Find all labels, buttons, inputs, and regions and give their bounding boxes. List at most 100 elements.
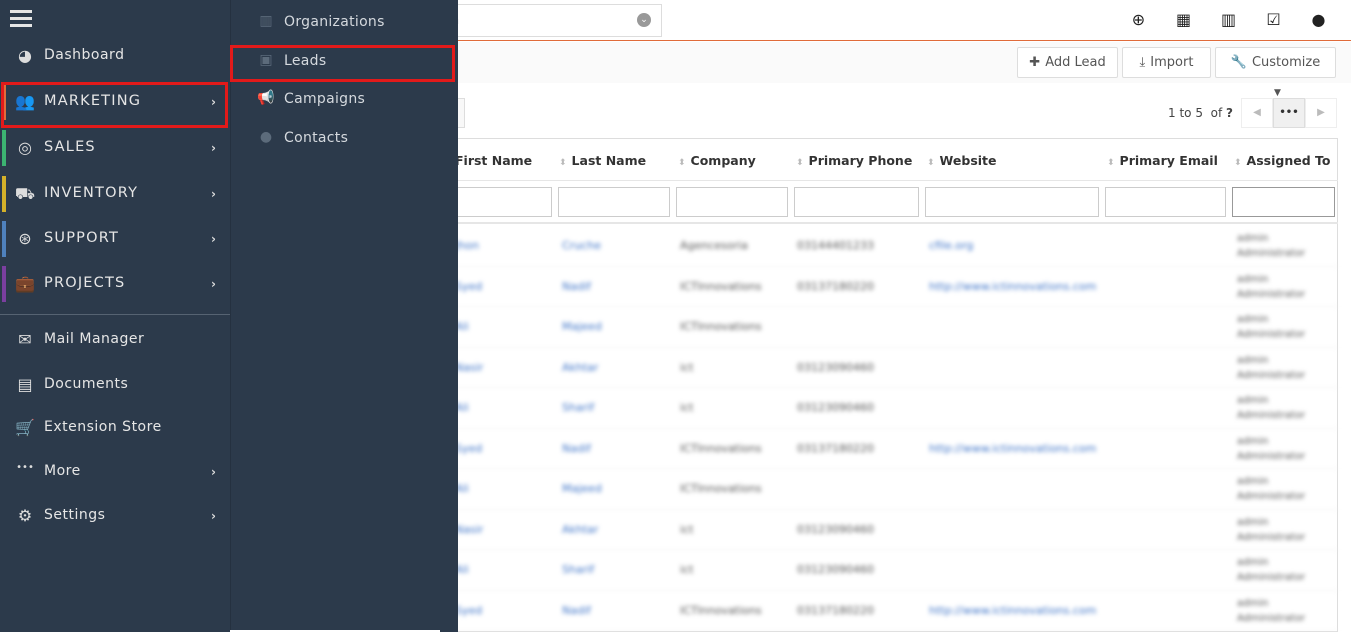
sidebar-item-mail-manager[interactable]: ✉ Mail Manager <box>0 320 230 362</box>
table-row[interactable]: Nasir Akhtar ict 03123090460 admin Administra… <box>440 510 1338 550</box>
submenu-item-contacts[interactable]: ● Contacts <box>231 119 459 157</box>
users-icon: 👥 <box>15 92 35 111</box>
sidebar-item-extension-store[interactable]: 🛒 Extension Store <box>0 408 230 450</box>
sidebar-item-support[interactable]: ⊛ SUPPORT › <box>0 219 230 261</box>
cell-website[interactable]: cfile.org <box>929 239 973 252</box>
customize-button[interactable]: 🔧 Customize ▼ <box>1215 47 1336 98</box>
sort-icon: ⬍ <box>796 158 804 168</box>
page-more-button[interactable]: ••• <box>1273 98 1305 128</box>
checkbox-icon[interactable]: ☑ <box>1251 10 1296 29</box>
sidebar-item-more[interactable]: ••• More › <box>0 452 230 494</box>
table-row[interactable]: Jhon Cruche Agencesoria 03144401233 cfile.or… <box>440 226 1338 267</box>
search-dropdown-icon[interactable]: ⌄ <box>637 13 651 27</box>
sort-icon: ⬍ <box>927 158 935 168</box>
cell-assigned: admin Administrator <box>1237 435 1306 462</box>
cell-last[interactable]: Nadif <box>562 280 591 293</box>
filter-website[interactable] <box>925 187 1099 217</box>
cell-company: ICTInnovations <box>680 320 762 333</box>
column-primary-email[interactable]: ⬍ Primary Email <box>1107 153 1218 168</box>
cell-company: ict <box>680 522 694 536</box>
cell-first[interactable]: Jhon <box>455 239 479 252</box>
customize-label: Customize <box>1251 55 1321 70</box>
cell-last[interactable]: Akhtar <box>562 361 598 374</box>
cell-last[interactable]: Nadif <box>562 604 591 617</box>
sidebar-divider <box>0 314 230 315</box>
submenu-item-campaigns[interactable]: 📢 Campaigns <box>231 80 459 118</box>
sidebar-item-documents[interactable]: ▤ Documents <box>0 365 230 407</box>
column-website[interactable]: ⬍ Website <box>927 153 997 168</box>
submenu-item-organizations[interactable]: ▥ Organizations <box>231 3 459 41</box>
import-button[interactable]: ⤓ Import <box>1122 47 1211 78</box>
cell-phone: 03123090460 <box>797 563 874 576</box>
cell-first[interactable]: Syed <box>455 280 482 293</box>
column-last-name[interactable]: ⬍ Last Name <box>559 153 646 168</box>
prev-page-button[interactable]: ◀ <box>1241 98 1273 128</box>
cell-first[interactable]: Nasir <box>455 361 483 374</box>
calendar-icon[interactable]: ▦ <box>1161 10 1206 29</box>
sidebar-item-dashboard[interactable]: ◕ Dashboard <box>0 36 230 78</box>
cell-company: ICTInnovations <box>680 482 762 495</box>
cell-first[interactable]: Syed <box>455 604 482 617</box>
column-first-name[interactable]: First Name <box>455 153 532 168</box>
cell-assigned: admin Administrator <box>1237 354 1306 381</box>
cell-last[interactable]: Nadif <box>562 442 591 455</box>
plus-circle-icon[interactable]: ⊕ <box>1116 10 1161 29</box>
submenu-item-leads[interactable]: ▣ Leads <box>231 42 459 80</box>
cell-assigned: admin Administrator <box>1237 314 1306 340</box>
filter-assigned-to[interactable] <box>1232 187 1335 217</box>
sidebar-item-label: INVENTORY <box>44 185 139 201</box>
cell-last[interactable]: Sharif <box>562 401 594 414</box>
table-row[interactable]: Syed Nadif ICTInnovations 03137180220 http:/… <box>440 429 1338 469</box>
filter-primary-email[interactable] <box>1105 187 1226 217</box>
cell-last[interactable]: Majeed <box>562 320 602 333</box>
cell-last[interactable]: Akhtar <box>562 523 598 536</box>
submenu-item-label: Contacts <box>284 130 349 146</box>
table-row[interactable]: Syed Nadif ICTInnovations 03137180220 http:/… <box>440 267 1338 307</box>
cell-last[interactable]: Cruche <box>562 239 601 252</box>
submenu-item-label: Campaigns <box>284 91 366 107</box>
leads-table: First Name ⬍ Last Name ⬍ Company ⬍ Primary … <box>440 138 1338 632</box>
column-assigned-to[interactable]: ⬍ Assigned To <box>1234 153 1330 168</box>
table-row[interactable]: Nasir Akhtar ict 03123090460 admin Administra… <box>440 348 1338 388</box>
table-row[interactable]: Ali Majeed ICTInnovations admin Administrato… <box>440 469 1338 510</box>
chevron-right-icon: › <box>211 509 216 523</box>
sidebar-item-settings[interactable]: ⚙ Settings › <box>0 496 230 538</box>
cell-last[interactable]: Majeed <box>562 482 602 495</box>
user-icon[interactable]: ● <box>1296 10 1341 29</box>
cell-assigned: admin Administrator <box>1237 597 1306 624</box>
cell-first[interactable]: Nasir <box>455 523 483 536</box>
accent-bar <box>2 221 6 257</box>
id-card-icon: ▣ <box>259 52 273 68</box>
hamburger-menu-icon[interactable] <box>10 10 32 30</box>
cell-website[interactable]: http://www.ictinnovations.com <box>929 442 1096 455</box>
cart-icon: 🛒 <box>15 418 35 437</box>
sidebar-item-label: SUPPORT <box>44 230 119 246</box>
filter-company[interactable] <box>676 187 788 217</box>
cell-website[interactable]: http://www.ictinnovations.com <box>929 280 1096 293</box>
sidebar-item-label: More <box>44 463 81 479</box>
table-row[interactable]: Ali Sharif ict 03123090460 admin Administrato… <box>440 550 1338 591</box>
chevron-right-icon: › <box>211 187 216 201</box>
filter-primary-phone[interactable] <box>794 187 919 217</box>
table-row[interactable]: Ali Sharif ict 03123090460 admin Administrato… <box>440 388 1338 429</box>
next-page-button[interactable]: ▶ <box>1305 98 1337 128</box>
cell-first[interactable]: Syed <box>455 442 482 455</box>
sidebar-item-sales[interactable]: ◎ SALES › <box>0 128 230 170</box>
sidebar-item-inventory[interactable]: ⛟ INVENTORY › <box>0 174 230 216</box>
add-lead-button[interactable]: ✚ Add Lead <box>1017 47 1118 78</box>
table-row[interactable]: Ali Majeed ICTInnovations admin Administrato… <box>440 307 1338 348</box>
table-row[interactable]: Syed Nadif ICTInnovations 03137180220 http:/… <box>440 591 1338 631</box>
cell-last[interactable]: Sharif <box>562 563 594 576</box>
filter-last-name[interactable] <box>558 187 670 217</box>
cell-phone: 03137180220 <box>797 441 874 455</box>
cell-company: ict <box>680 563 694 576</box>
add-lead-label: Add Lead <box>1045 55 1106 70</box>
sidebar-item-projects[interactable]: 💼 PROJECTS › <box>0 264 230 306</box>
dashboard-icon: ◕ <box>18 46 32 65</box>
sidebar-item-marketing[interactable]: 👥 MARKETING › <box>0 82 230 124</box>
cell-website[interactable]: http://www.ictinnovations.com <box>929 604 1096 617</box>
column-company[interactable]: ⬍ Company <box>678 153 756 168</box>
bar-chart-icon[interactable]: ▥ <box>1206 10 1251 29</box>
building-icon: ▥ <box>259 13 273 29</box>
column-primary-phone[interactable]: ⬍ Primary Phone <box>796 153 912 168</box>
